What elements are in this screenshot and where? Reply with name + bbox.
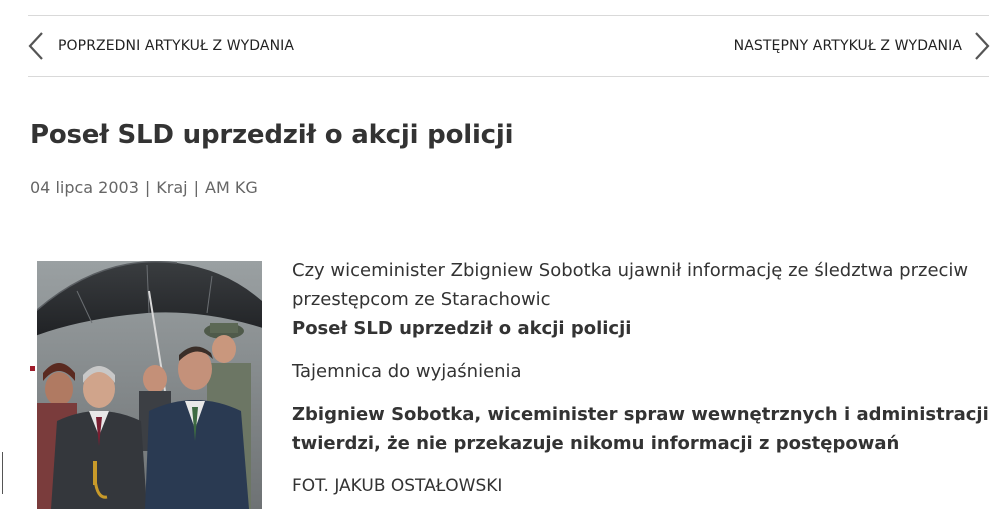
chevron-left-icon [28,32,43,60]
article-subtitle: Poseł SLD uprzedził o akcji policji [292,318,632,339]
article-photo[interactable] [37,261,262,509]
top-divider [28,15,989,16]
photo-credit: FOT. JAKUB OSTAŁOWSKI [292,476,503,496]
article-date: 04 lipca 2003 [30,178,139,197]
bottom-divider [28,76,989,77]
meta-separator: | [193,178,200,197]
article-lead: Czy wiceminister Zbigniew Sobotka ujawni… [292,260,969,310]
previous-article-label: POPRZEDNI ARTYKUŁ Z WYDANIA [58,38,295,54]
article-photo-illustration [37,261,262,509]
chevron-right-icon [975,32,990,60]
next-article-label: NASTĘPNY ARTYKUŁ Z WYDANIA [733,38,962,54]
article-meta: 04 lipca 2003 | Kraj | AM KG [30,178,258,197]
bold-paragraph: Zbigniew Sobotka, wiceminister spraw wew… [292,404,989,454]
meta-separator: | [144,178,151,197]
article-body: Czy wiceminister Zbigniew Sobotka ujawni… [292,256,992,501]
article-page: POPRZEDNI ARTYKUŁ Z WYDANIA NASTĘPNY ART… [0,0,1004,509]
article-title: Poseł SLD uprzedził o akcji policji [30,120,514,150]
previous-article-link[interactable]: POPRZEDNI ARTYKUŁ Z WYDANIA [28,28,294,64]
next-article-link[interactable]: NASTĘPNY ARTYKUŁ Z WYDANIA [734,28,990,64]
accent-marker [30,366,35,371]
section-heading: Tajemnica do wyjaśnienia [292,361,522,382]
article-author: AM KG [205,178,258,197]
article-section-link[interactable]: Kraj [156,178,187,197]
edge-line [2,452,3,494]
